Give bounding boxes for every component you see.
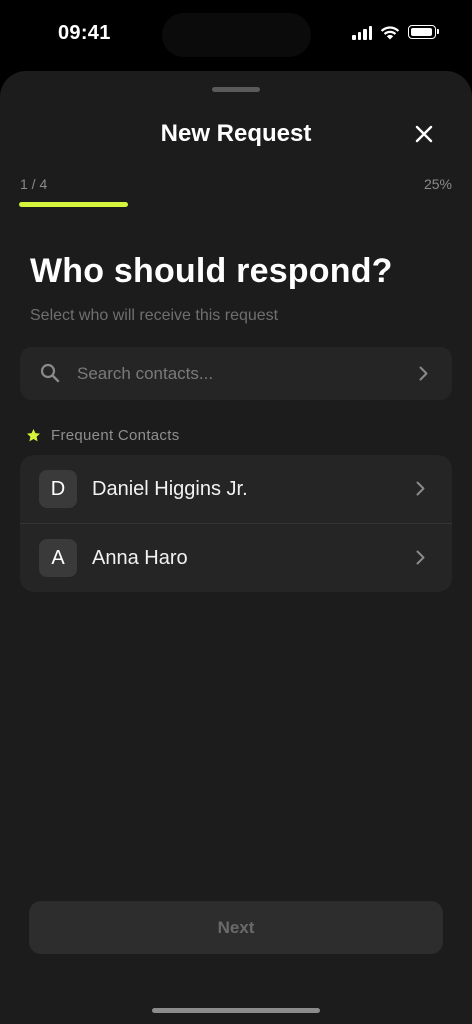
contact-name: Daniel Higgins Jr. — [92, 478, 248, 500]
sheet-grabber[interactable] — [212, 87, 260, 92]
avatar: A — [39, 539, 77, 577]
question-title: Who should respond? — [30, 252, 393, 290]
chevron-right-icon — [416, 550, 425, 565]
progress-fill — [19, 202, 128, 207]
dynamic-island — [162, 13, 311, 57]
chevron-right-icon — [419, 366, 428, 381]
search-placeholder: Search contacts... — [77, 364, 214, 383]
battery-icon — [408, 25, 439, 39]
frequent-contacts-header: Frequent Contacts — [26, 427, 180, 444]
contact-item-daniel-higgins[interactable]: D Daniel Higgins Jr. — [20, 455, 452, 523]
frequent-contacts-label: Frequent Contacts — [51, 427, 180, 444]
avatar: D — [39, 470, 77, 508]
status-time: 09:41 — [58, 22, 111, 44]
contact-list: D Daniel Higgins Jr. A Anna Haro — [20, 455, 452, 592]
progress-bar — [19, 202, 453, 207]
sheet-title: New Request — [160, 120, 312, 147]
star-icon — [27, 428, 40, 442]
chevron-right-icon — [416, 481, 425, 496]
step-indicator: 1 / 4 — [20, 176, 48, 192]
progress-percent: 25% — [423, 176, 452, 192]
search-contacts-input[interactable]: Search contacts... — [20, 347, 452, 400]
next-button[interactable]: Next — [29, 901, 443, 954]
close-icon — [415, 125, 433, 143]
contact-name: Anna Haro — [92, 547, 188, 569]
close-button[interactable] — [408, 118, 440, 150]
status-icons — [352, 24, 439, 40]
signal-icon — [352, 24, 372, 40]
request-sheet: New Request 1 / 4 25% Who should respond… — [0, 71, 472, 1024]
status-bar: 09:41 — [0, 0, 472, 70]
home-indicator — [152, 1008, 320, 1013]
contact-item-anna-haro[interactable]: A Anna Haro — [20, 523, 452, 592]
wifi-icon — [380, 25, 400, 39]
question-subtitle: Select who will receive this request — [30, 307, 279, 324]
search-icon — [40, 363, 60, 383]
